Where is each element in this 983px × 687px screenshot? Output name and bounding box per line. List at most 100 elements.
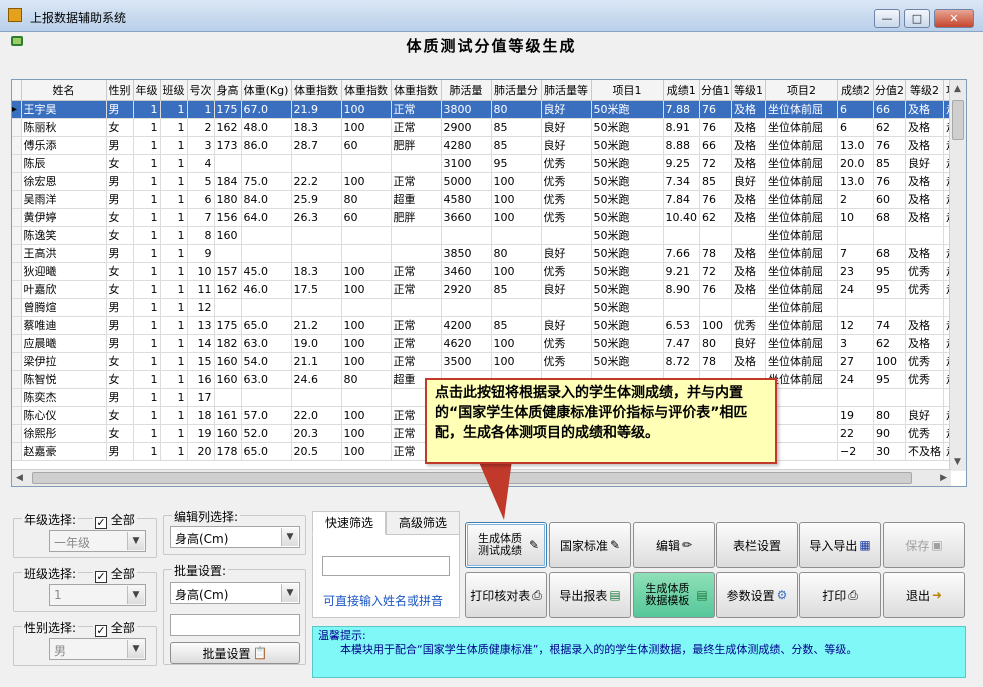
column-header[interactable]: 姓名 bbox=[21, 80, 107, 101]
table-cell[interactable]: 68 bbox=[873, 244, 906, 263]
table-cell[interactable]: 100 bbox=[341, 334, 392, 353]
table-cell[interactable]: 正常 bbox=[391, 334, 442, 353]
table-cell[interactable] bbox=[699, 226, 732, 245]
table-cell[interactable] bbox=[491, 226, 542, 245]
table-cell[interactable]: 100 bbox=[491, 352, 542, 371]
table-cell[interactable] bbox=[663, 226, 700, 245]
table-cell[interactable]: 王高洪 bbox=[21, 244, 107, 263]
table-cell[interactable]: 及格 bbox=[731, 280, 766, 299]
table-cell[interactable]: 及格 bbox=[905, 334, 944, 353]
table-cell[interactable]: 50米跑 bbox=[591, 280, 664, 299]
row-indicator[interactable] bbox=[12, 190, 22, 209]
table-cell[interactable]: 应晨曦 bbox=[21, 334, 107, 353]
table-cell[interactable]: 6.53 bbox=[663, 316, 700, 335]
table-cell[interactable]: 85 bbox=[491, 136, 542, 155]
row-indicator[interactable] bbox=[12, 388, 22, 407]
table-cell[interactable]: 狄迎曦 bbox=[21, 262, 107, 281]
table-cell[interactable]: 7.47 bbox=[663, 334, 700, 353]
table-cell[interactable]: 及格 bbox=[731, 100, 766, 119]
table-cell[interactable]: 3850 bbox=[441, 244, 492, 263]
table-cell[interactable]: 18 bbox=[187, 406, 215, 425]
table-cell[interactable]: 傅乐添 bbox=[21, 136, 107, 155]
table-row[interactable]: 陈逸笑女 1 1 8 160 50米跑 坐位体前屈 bbox=[12, 226, 960, 245]
table-row[interactable]: 梁伊拉女 1 1 15 160 54.0 21.1 100 正常 3500 100 优秀 50米跑 8.7… bbox=[12, 352, 960, 371]
table-cell[interactable]: 50米跑 bbox=[591, 172, 664, 191]
table-cell[interactable]: 1 bbox=[133, 424, 161, 443]
table-cell[interactable]: 坐位体前屈 bbox=[765, 118, 838, 137]
table-cell[interactable]: 100 bbox=[341, 118, 392, 137]
table-cell[interactable]: 76 bbox=[699, 190, 732, 209]
table-cell[interactable]: 赵嘉豪 bbox=[21, 442, 107, 461]
table-cell[interactable]: 坐位体前屈 bbox=[765, 244, 838, 263]
table-cell[interactable]: 男 bbox=[106, 442, 134, 461]
column-header[interactable]: 等级2 bbox=[905, 80, 944, 101]
table-cell[interactable]: 8.72 bbox=[663, 352, 700, 371]
table-cell[interactable]: 正常 bbox=[391, 316, 442, 335]
table-cell[interactable]: 100 bbox=[341, 442, 392, 461]
table-cell[interactable]: 26.3 bbox=[291, 208, 342, 227]
table-cell[interactable]: 1 bbox=[133, 244, 161, 263]
table-cell[interactable]: 65.0 bbox=[241, 442, 292, 461]
table-cell[interactable]: 1 bbox=[160, 370, 188, 389]
table-cell[interactable]: 正常 bbox=[391, 262, 442, 281]
table-cell[interactable]: 1 bbox=[133, 352, 161, 371]
table-cell[interactable]: 160 bbox=[214, 352, 242, 371]
table-cell[interactable] bbox=[905, 226, 944, 245]
table-cell[interactable]: 1 bbox=[133, 136, 161, 155]
table-cell[interactable]: 1 bbox=[133, 388, 161, 407]
table-cell[interactable]: 优秀 bbox=[905, 280, 944, 299]
table-cell[interactable]: 男 bbox=[106, 334, 134, 353]
table-cell[interactable]: 2900 bbox=[441, 118, 492, 137]
edit-column-select[interactable]: 身高(Cm) ▼ bbox=[170, 526, 300, 548]
table-cell[interactable]: 陈奕杰 bbox=[21, 388, 107, 407]
save-button[interactable]: 保存 ▣ bbox=[883, 522, 965, 568]
table-cell[interactable]: 24 bbox=[837, 280, 874, 299]
table-cell[interactable]: 女 bbox=[106, 262, 134, 281]
table-cell[interactable]: 95 bbox=[873, 280, 906, 299]
scroll-up-icon[interactable]: ▲ bbox=[954, 84, 961, 94]
table-cell[interactable]: 25.9 bbox=[291, 190, 342, 209]
table-cell[interactable]: 1 bbox=[133, 298, 161, 317]
table-cell[interactable] bbox=[837, 226, 874, 245]
table-cell[interactable] bbox=[341, 226, 392, 245]
table-row[interactable]: 蔡唯迪男 1 1 13 175 65.0 21.2 100 正常 4200 85 良好 50米跑 6.53… bbox=[12, 316, 960, 335]
table-cell[interactable]: 坐位体前屈 bbox=[765, 136, 838, 155]
table-cell[interactable]: 良好 bbox=[541, 100, 592, 119]
row-indicator[interactable] bbox=[12, 370, 22, 389]
table-cell[interactable]: 坐位体前屈 bbox=[765, 316, 838, 335]
table-cell[interactable]: 1 bbox=[133, 280, 161, 299]
table-cell[interactable]: 184 bbox=[214, 172, 242, 191]
table-cell[interactable]: 1 bbox=[133, 208, 161, 227]
table-cell[interactable]: 黄伊婷 bbox=[21, 208, 107, 227]
table-cell[interactable]: 女 bbox=[106, 406, 134, 425]
row-indicator[interactable] bbox=[12, 280, 22, 299]
table-cell[interactable]: 坐位体前屈 bbox=[765, 280, 838, 299]
table-cell[interactable] bbox=[214, 244, 242, 263]
table-cell[interactable]: 陈智悦 bbox=[21, 370, 107, 389]
table-cell[interactable]: 及格 bbox=[731, 208, 766, 227]
horizontal-scroll-thumb[interactable] bbox=[32, 472, 912, 484]
column-header[interactable]: 项目2 bbox=[765, 80, 838, 101]
table-cell[interactable]: 28.7 bbox=[291, 136, 342, 155]
table-cell[interactable]: 100 bbox=[341, 172, 392, 191]
table-cell[interactable]: 1 bbox=[133, 406, 161, 425]
table-cell[interactable]: 100 bbox=[699, 316, 732, 335]
table-cell[interactable]: 30 bbox=[873, 442, 906, 461]
table-cell[interactable]: 85 bbox=[491, 118, 542, 137]
table-cell[interactable]: 1 bbox=[187, 100, 215, 119]
table-cell[interactable]: 梁伊拉 bbox=[21, 352, 107, 371]
table-cell[interactable]: 1 bbox=[160, 442, 188, 461]
table-cell[interactable]: 不及格 bbox=[905, 442, 944, 461]
table-cell[interactable]: 良好 bbox=[541, 244, 592, 263]
table-cell[interactable]: 162 bbox=[214, 118, 242, 137]
table-cell[interactable]: 100 bbox=[341, 262, 392, 281]
table-cell[interactable]: 19 bbox=[837, 406, 874, 425]
table-cell[interactable]: 12 bbox=[837, 316, 874, 335]
table-cell[interactable]: 7 bbox=[187, 208, 215, 227]
table-row[interactable]: 曾腾煊男 1 1 12 50米跑 坐位体前屈 bbox=[12, 298, 960, 317]
table-cell[interactable]: 19 bbox=[187, 424, 215, 443]
parameter-settings-button[interactable]: 参数设置 ⚙ bbox=[716, 572, 798, 618]
column-header[interactable]: 体重指数 bbox=[341, 80, 392, 101]
table-cell[interactable]: 1 bbox=[160, 316, 188, 335]
generate-scores-button[interactable]: 生成体质测试成绩 ✎ bbox=[465, 522, 547, 568]
